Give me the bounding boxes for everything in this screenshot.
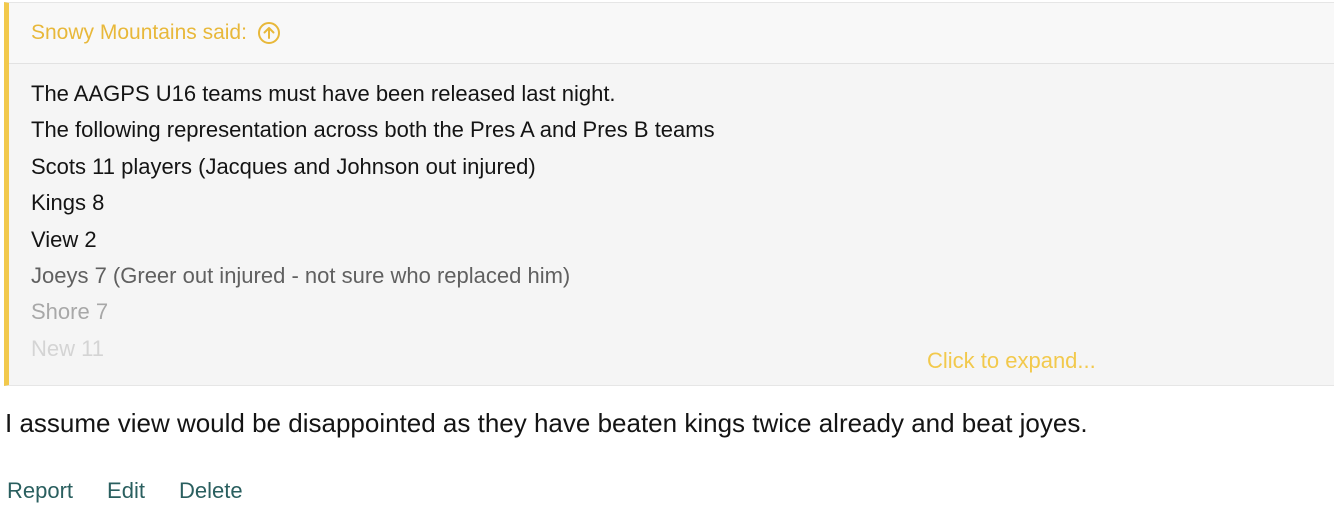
quote-author[interactable]: Snowy Mountains said: xyxy=(31,21,281,45)
expand-quote-link[interactable]: Click to expand... xyxy=(927,348,1096,374)
quote-line: New 11 xyxy=(31,335,104,361)
quote-header: Snowy Mountains said: xyxy=(9,3,1334,64)
quote-line: View 2 xyxy=(31,226,97,252)
post-body: I assume view would be disappointed as t… xyxy=(5,408,1088,438)
report-link[interactable]: Report xyxy=(7,478,73,504)
edit-link[interactable]: Edit xyxy=(107,478,145,504)
quote-author-label[interactable]: Snowy Mountains said: xyxy=(31,21,247,45)
quote-line: Shore 7 xyxy=(31,299,109,325)
quote-block: Snowy Mountains said: The AAGPS U16 team… xyxy=(4,2,1334,386)
arrow-up-circle-icon[interactable] xyxy=(257,21,281,45)
quote-content: The AAGPS U16 teams must have been relea… xyxy=(9,64,1334,386)
quote-line: The AAGPS U16 teams must have been relea… xyxy=(31,81,616,106)
quote-line: Scots 11 players (Jacques and Johnson ou… xyxy=(31,153,536,179)
quote-line: Joeys 7 (Greer out injured - not sure wh… xyxy=(31,263,571,289)
post-actions: Report Edit Delete xyxy=(7,478,243,504)
quote-line: The following representation across both… xyxy=(31,117,715,143)
quote-line: Kings 8 xyxy=(31,190,105,216)
delete-link[interactable]: Delete xyxy=(179,478,243,504)
